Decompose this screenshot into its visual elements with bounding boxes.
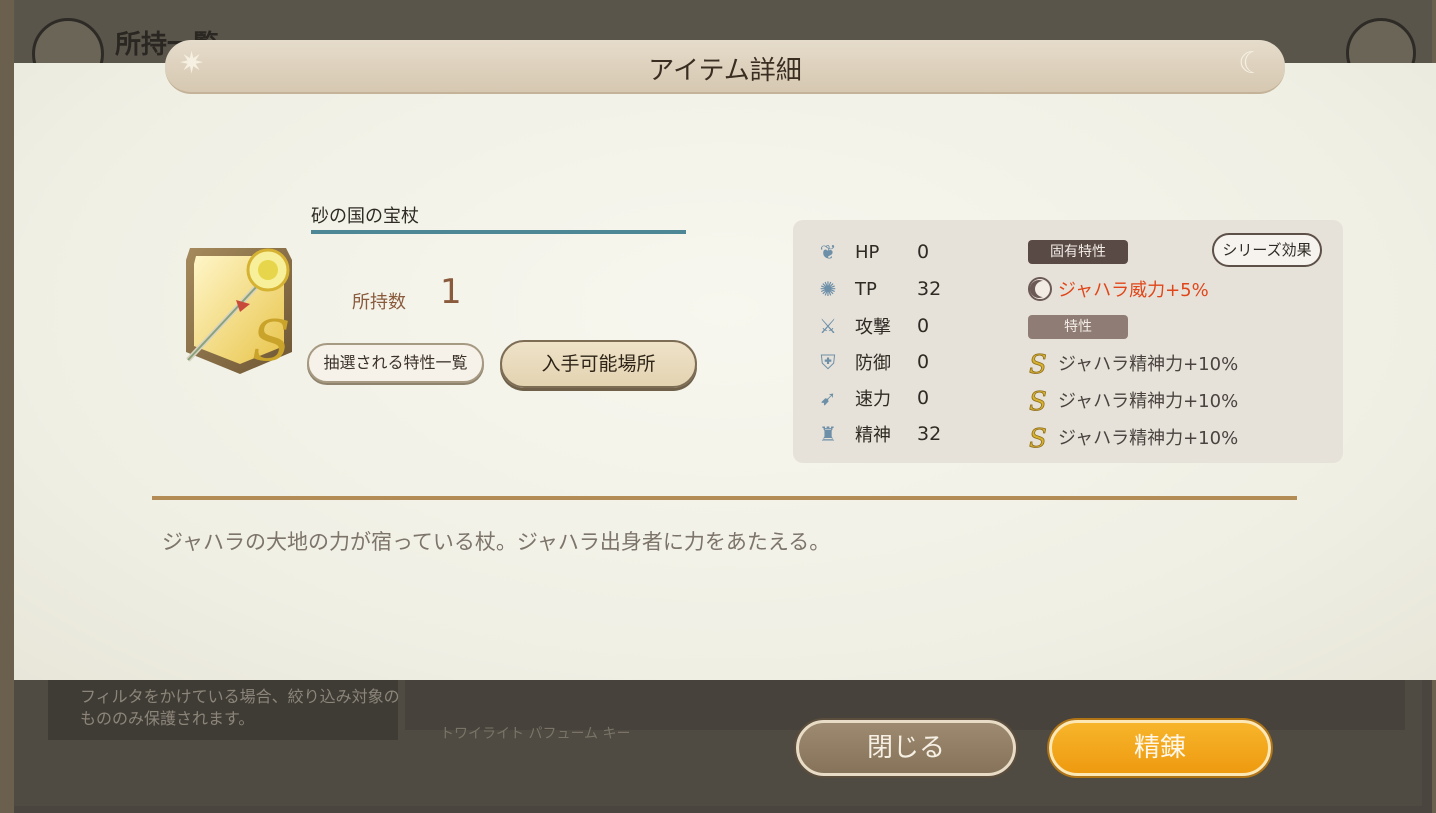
svg-text:S: S — [252, 309, 290, 374]
unique-trait-badge: 固有特性 — [1028, 240, 1128, 264]
stat-row-defense: ⛨ 防御 0 — [815, 347, 930, 377]
frame-left — [0, 0, 14, 813]
stat-row-attack: ⚔ 攻撃 0 — [815, 311, 929, 341]
modal-title: アイテム詳細 — [648, 56, 802, 86]
trait-list-button[interactable]: 抽選される特性一覧 — [307, 343, 484, 383]
stat-label: HP — [855, 241, 880, 263]
stat-row-tp: ✺ TP 32 — [815, 274, 942, 304]
s-rank-icon: S — [1026, 423, 1054, 451]
stat-label: 防御 — [855, 353, 891, 374]
stat-row-speed: ➹ 速力 0 — [815, 383, 929, 413]
stat-value: 0 — [917, 241, 930, 263]
stat-value: 32 — [917, 278, 942, 300]
close-button[interactable]: 閉じる — [796, 720, 1016, 776]
stat-value: 0 — [917, 351, 930, 373]
item-description: ジャハラの大地の力が宿っている杖。ジャハラ出身者に力をあたえる。 — [162, 530, 831, 554]
unique-trait-text: ジャハラ威力+5% — [1058, 280, 1209, 301]
trait-badge: 特性 — [1028, 315, 1128, 339]
owned-count-label: 所持数 — [352, 292, 406, 313]
staff-item-icon: S — [180, 242, 298, 378]
stat-value: 0 — [917, 315, 930, 337]
stat-label: TP — [855, 278, 877, 300]
crescent-trait-icon — [1026, 275, 1054, 303]
modal-header: ✷ アイテム詳細 ☾ — [165, 40, 1285, 94]
tp-icon: ✺ — [819, 277, 837, 301]
trait-row: S ジャハラ精神力+10% — [1026, 349, 1239, 377]
owned-count-value: 1 — [440, 272, 462, 312]
svg-text:S: S — [1029, 350, 1047, 377]
speed-icon: ➹ — [819, 386, 837, 410]
trait-text: ジャハラ精神力+10% — [1058, 391, 1239, 412]
item-name-underline — [311, 230, 686, 234]
svg-text:S: S — [1029, 424, 1047, 451]
attack-icon: ⚔ — [819, 314, 837, 338]
stat-value: 32 — [917, 423, 942, 445]
obtainable-locations-button[interactable]: 入手可能場所 — [500, 340, 697, 388]
section-divider — [152, 496, 1297, 500]
stats-panel: ❦ HP 0 ✺ TP 32 ⚔ 攻撃 0 ⛨ 防御 0 ➹ 速力 0 ♜ 精神… — [793, 220, 1343, 463]
stat-row-spirit: ♜ 精神 32 — [815, 419, 941, 449]
trait-text: ジャハラ精神力+10% — [1058, 354, 1239, 375]
trait-text: ジャハラ精神力+10% — [1058, 428, 1239, 449]
stat-label: 精神 — [855, 425, 891, 446]
hp-icon: ❦ — [819, 240, 837, 264]
moon-icon: ☾ — [1238, 46, 1265, 81]
unique-trait-row: ジャハラ威力+5% — [1026, 275, 1209, 303]
background-items-label: トワイライト パフューム キー — [440, 726, 631, 742]
series-effect-button[interactable]: シリーズ効果 — [1212, 233, 1322, 267]
spirit-icon: ♜ — [819, 422, 837, 446]
svg-text:S: S — [1029, 387, 1047, 414]
s-rank-icon: S — [1026, 349, 1054, 377]
stat-row-hp: ❦ HP 0 — [815, 237, 929, 267]
trait-row: S ジャハラ精神力+10% — [1026, 386, 1239, 414]
s-rank-icon: S — [1026, 386, 1054, 414]
defense-icon: ⛨ — [820, 350, 836, 374]
trait-row: S ジャハラ精神力+10% — [1026, 423, 1239, 451]
stat-label: 攻撃 — [855, 317, 891, 338]
refine-button[interactable]: 精錬 — [1049, 720, 1271, 776]
stat-value: 0 — [917, 387, 930, 409]
stat-label: 速力 — [855, 389, 891, 410]
background-filter-note: フィルタをかけている場合、絞り込み対象のもののみ保護されます。 — [80, 687, 400, 728]
item-name: 砂の国の宝杖 — [311, 206, 419, 227]
